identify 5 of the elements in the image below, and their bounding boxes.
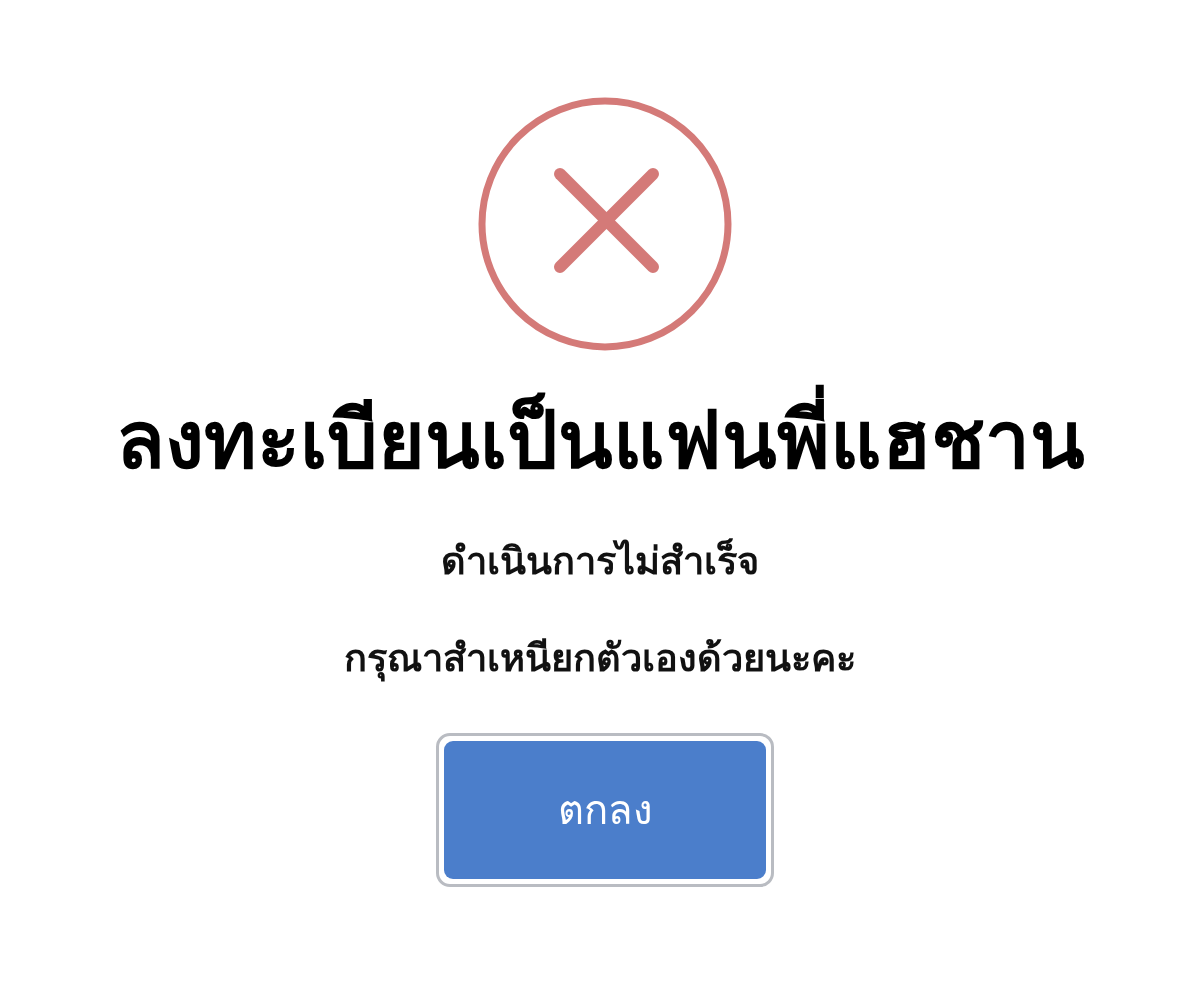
x-circle-icon: [478, 97, 732, 351]
dialog-message: กรุณาสำเหนียกตัวเองด้วยนะคะ: [344, 635, 856, 684]
ok-button[interactable]: ตกลง: [444, 741, 766, 879]
dialog-title: ลงทะเบียนเป็นแฟนพี่แฮชาน: [115, 379, 1085, 503]
dialog-message: ดำเนินการไม่สำเร็จ: [441, 537, 759, 585]
